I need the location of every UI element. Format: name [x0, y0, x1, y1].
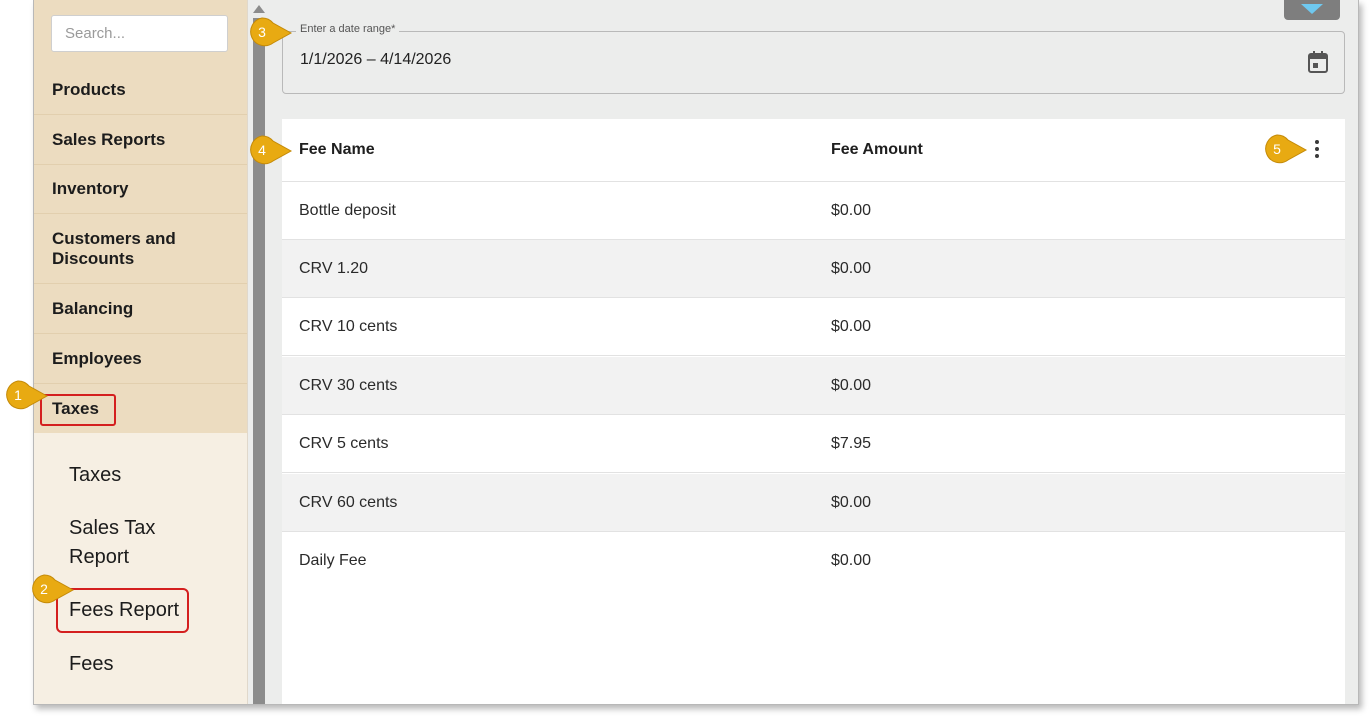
nav-item-label: Customers and Discounts [52, 228, 176, 268]
nav-item-label: Products [52, 80, 126, 99]
more-vert-icon[interactable] [1310, 139, 1324, 161]
fee-amount-cell: $7.95 [831, 434, 872, 452]
nav-item-customers-and-discounts[interactable]: Customers and Discounts [34, 214, 247, 284]
table-row[interactable]: Daily Fee $0.00 [282, 532, 1345, 590]
fee-amount-cell: $0.00 [831, 551, 872, 569]
table-row[interactable]: CRV 1.20 $0.00 [282, 240, 1345, 298]
chevron-down-icon [1301, 4, 1323, 14]
callout-5: 5 [1262, 134, 1308, 164]
column-header-fee-amount[interactable]: Fee Amount [831, 119, 923, 181]
table-row[interactable]: CRV 5 cents $7.95 [282, 415, 1345, 473]
fee-name-cell: Daily Fee [299, 551, 367, 569]
nav-item-employees[interactable]: Employees [34, 334, 247, 384]
scroll-up-arrow-icon[interactable] [253, 5, 265, 13]
callout-number: 1 [14, 387, 22, 403]
calendar-icon[interactable] [1307, 50, 1329, 74]
nav-menu: Products Sales Reports Inventory Custome… [34, 0, 247, 433]
fee-amount-cell: $0.00 [831, 259, 872, 277]
nav-item-label: Balancing [52, 298, 134, 318]
nav-item-sales-reports[interactable]: Sales Reports [34, 115, 247, 165]
callout-number: 2 [40, 581, 48, 597]
callout-3: 3 [247, 17, 293, 47]
table-row[interactable]: CRV 30 cents $0.00 [282, 357, 1345, 415]
nav-item-balancing[interactable]: Balancing [34, 284, 247, 334]
fee-name-cell: CRV 5 cents [299, 434, 389, 452]
date-range-value[interactable]: 1/1/2026 – 4/14/2026 [300, 51, 451, 69]
callout-4: 4 [247, 135, 293, 165]
subnav-item-sales-tax-report[interactable]: Sales Tax Report [69, 514, 179, 572]
highlight-box-taxes [40, 394, 116, 426]
date-range-label: Enter a date range* [296, 23, 400, 35]
fee-name-cell: CRV 60 cents [299, 493, 398, 511]
table-row[interactable]: Bottle deposit $0.00 [282, 182, 1345, 240]
fee-name-cell: CRV 10 cents [299, 317, 398, 335]
callout-2: 2 [29, 574, 75, 604]
subnav-item-fees[interactable]: Fees [69, 650, 219, 679]
fee-amount-cell: $0.00 [831, 201, 872, 219]
nav-item-label: Employees [52, 348, 142, 368]
fee-name-cell: Bottle deposit [299, 201, 396, 219]
nav-item-label: Inventory [52, 179, 129, 198]
callout-number: 5 [1273, 141, 1281, 157]
subnav-item-taxes[interactable]: Taxes [69, 461, 219, 490]
callout-number: 3 [258, 24, 266, 40]
fee-name-cell: CRV 1.20 [299, 259, 369, 277]
nav-item-products[interactable]: Products [34, 66, 247, 115]
column-header-fee-name[interactable]: Fee Name [299, 119, 375, 181]
sidebar-scrollbar-thumb[interactable] [253, 18, 265, 704]
search-input[interactable] [51, 15, 228, 52]
table-row[interactable]: CRV 60 cents $0.00 [282, 474, 1345, 532]
nav-item-inventory[interactable]: Inventory [34, 165, 247, 214]
table-row[interactable]: CRV 10 cents $0.00 [282, 298, 1345, 356]
fee-name-cell: CRV 30 cents [299, 376, 398, 394]
callout-number: 4 [258, 142, 266, 158]
fee-amount-cell: $0.00 [831, 317, 872, 335]
fee-amount-cell: $0.00 [831, 493, 872, 511]
fee-amount-cell: $0.00 [831, 376, 872, 394]
app-window: Products Sales Reports Inventory Custome… [33, 0, 1359, 705]
fees-table: Fee Name Fee Amount Bottle deposit $0.00… [282, 119, 1345, 704]
nav-item-label: Sales Reports [52, 129, 166, 149]
callout-1: 1 [3, 380, 49, 410]
